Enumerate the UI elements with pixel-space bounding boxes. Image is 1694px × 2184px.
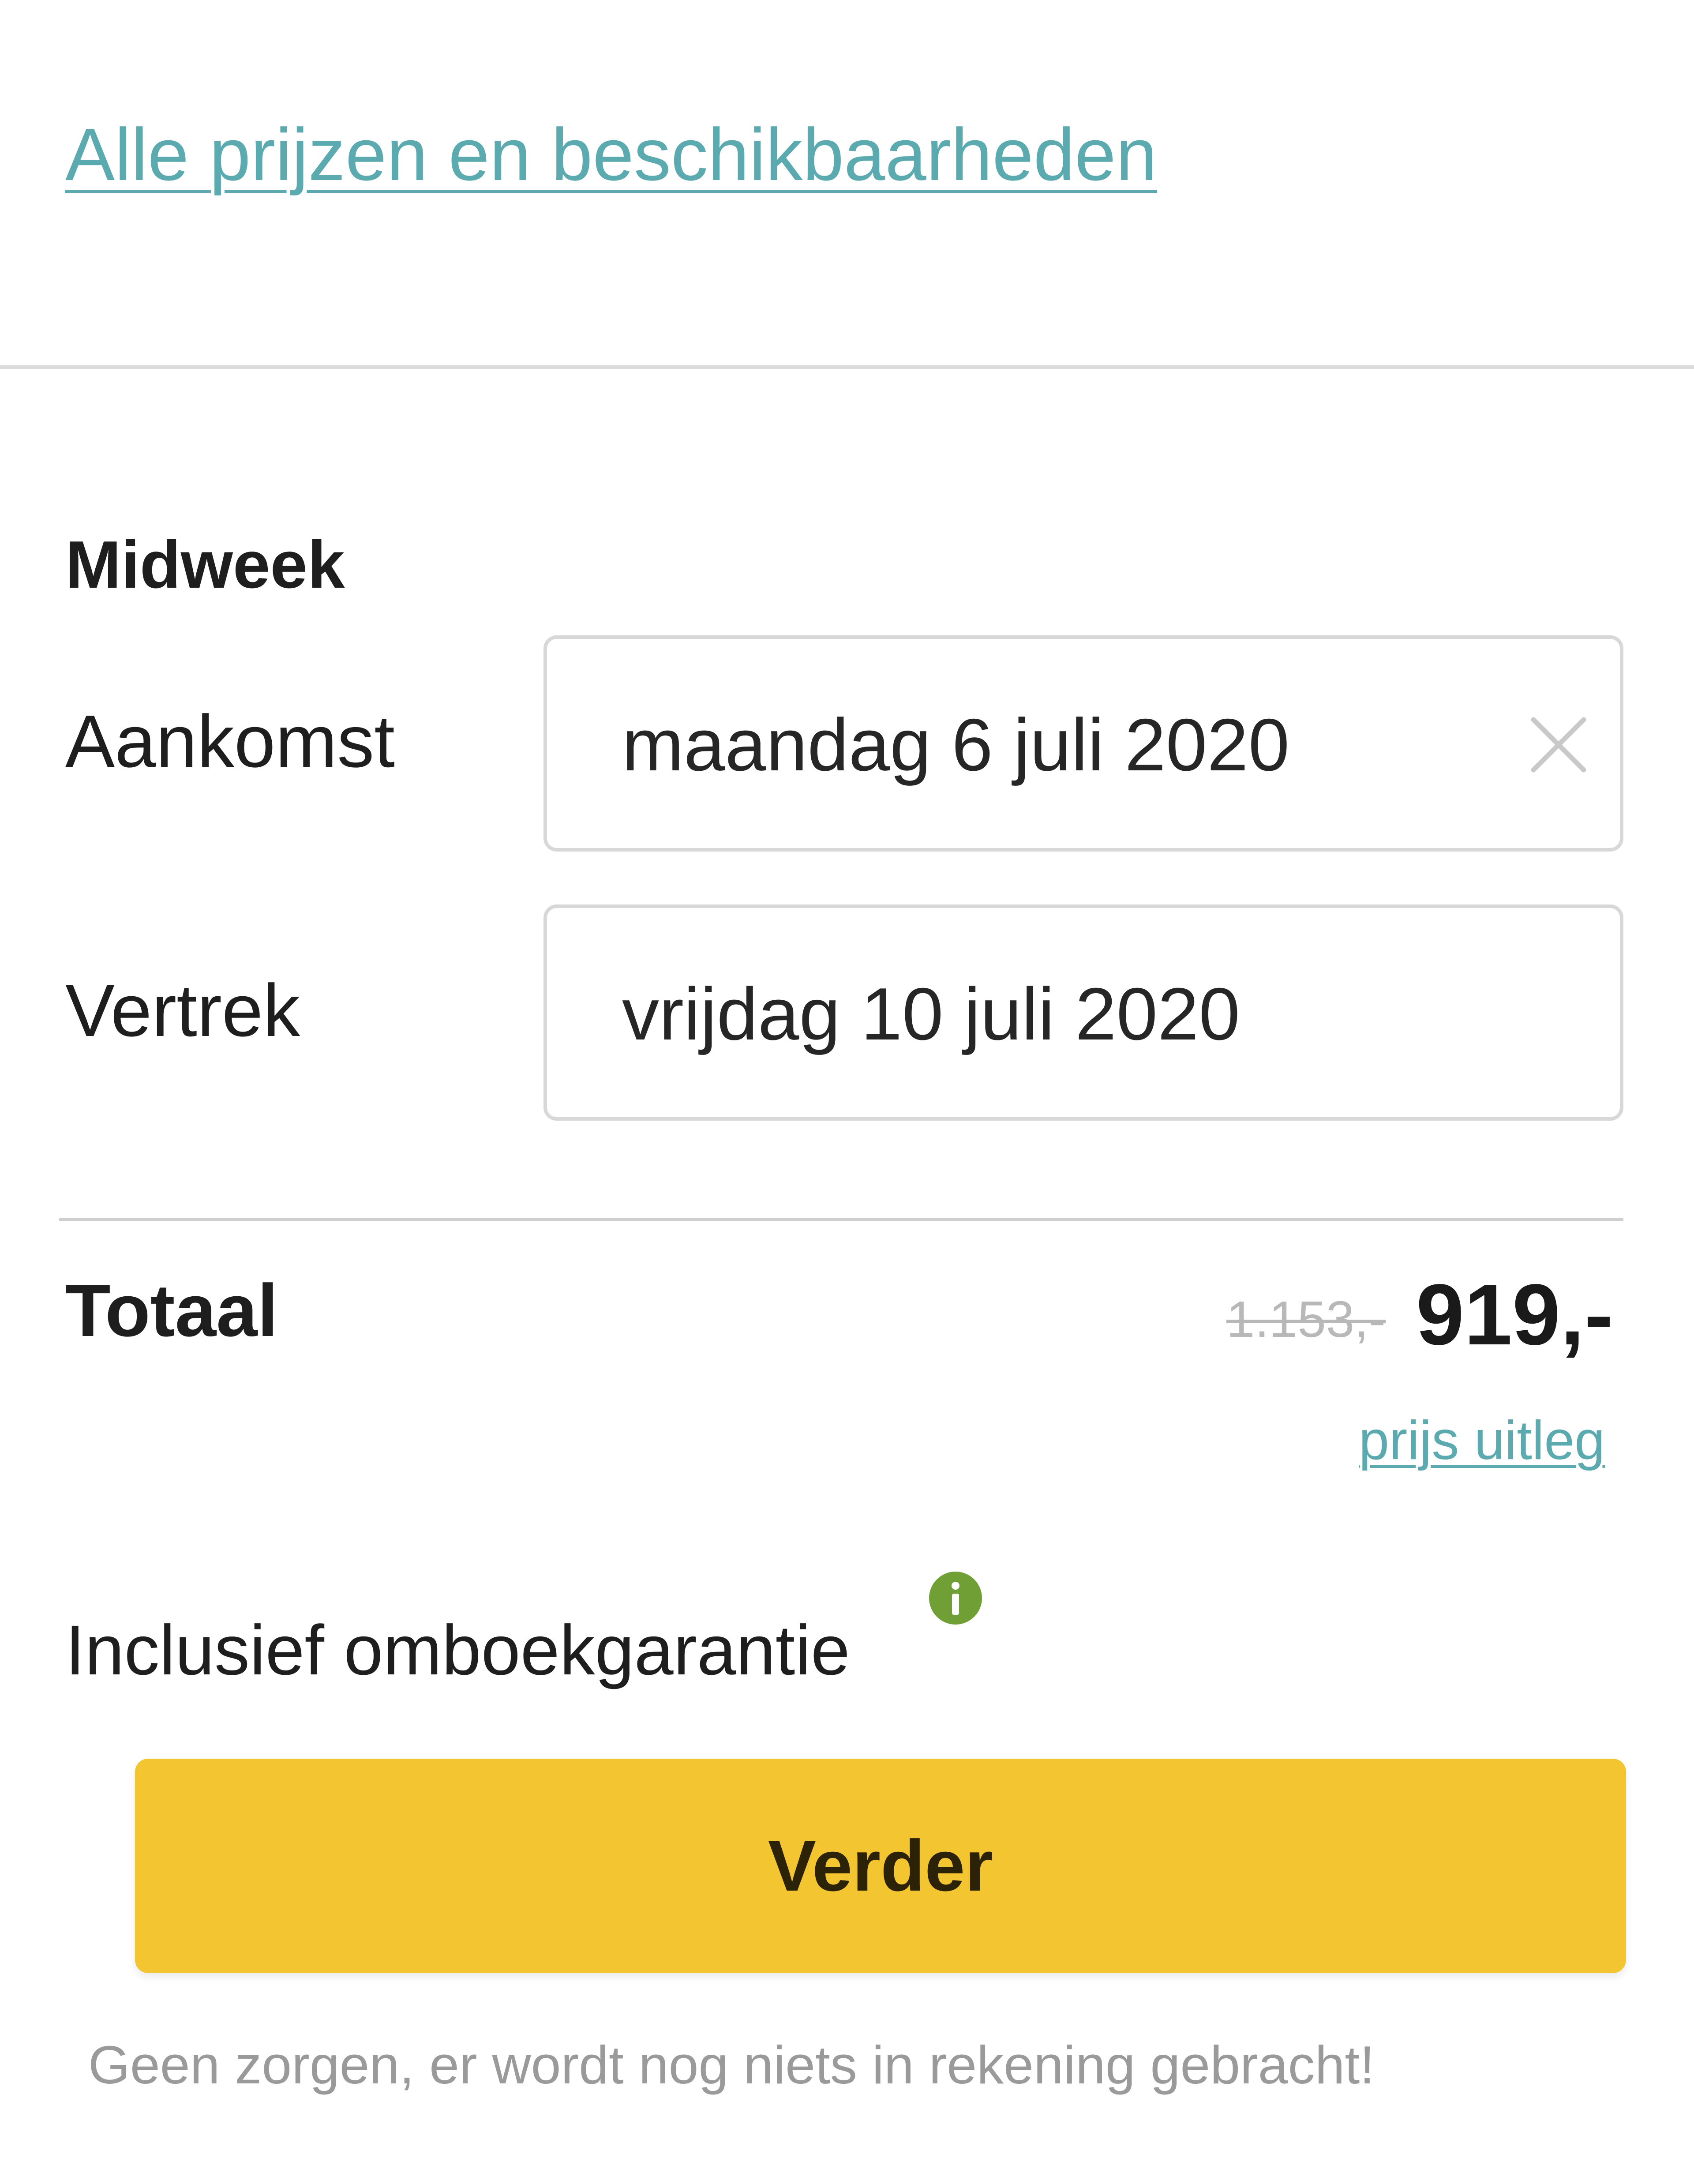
total-label: Totaal — [65, 1269, 278, 1352]
arrival-date-field[interactable]: maandag 6 juli 2020 — [543, 635, 1623, 852]
departure-date-field[interactable]: vrijdag 10 juli 2020 — [543, 904, 1623, 1121]
info-icon[interactable] — [928, 1571, 983, 1625]
rebooking-guarantee-label: Inclusief omboekgarantie — [65, 1610, 850, 1689]
arrival-date-value: maandag 6 juli 2020 — [622, 703, 1290, 786]
arrival-label: Aankomst — [65, 700, 395, 783]
price-explanation-link[interactable]: prijs uitleg — [1359, 1407, 1605, 1474]
departure-label: Vertrek — [65, 969, 300, 1052]
total-divider — [59, 1218, 1623, 1221]
reassurance-note: Geen zorgen, er wordt nog niets in reken… — [88, 2035, 1375, 2095]
total-price: 919,- — [1416, 1266, 1613, 1363]
section-divider — [0, 365, 1694, 369]
close-icon[interactable] — [1521, 707, 1596, 782]
original-price: 1.153,- — [1226, 1291, 1386, 1348]
continue-button[interactable]: Verder — [135, 1759, 1626, 1973]
period-title: Midweek — [65, 527, 345, 602]
all-prices-availability-link[interactable]: Alle prijzen en beschikbaarheden — [65, 110, 1157, 199]
departure-date-value: vrijdag 10 juli 2020 — [622, 972, 1240, 1055]
